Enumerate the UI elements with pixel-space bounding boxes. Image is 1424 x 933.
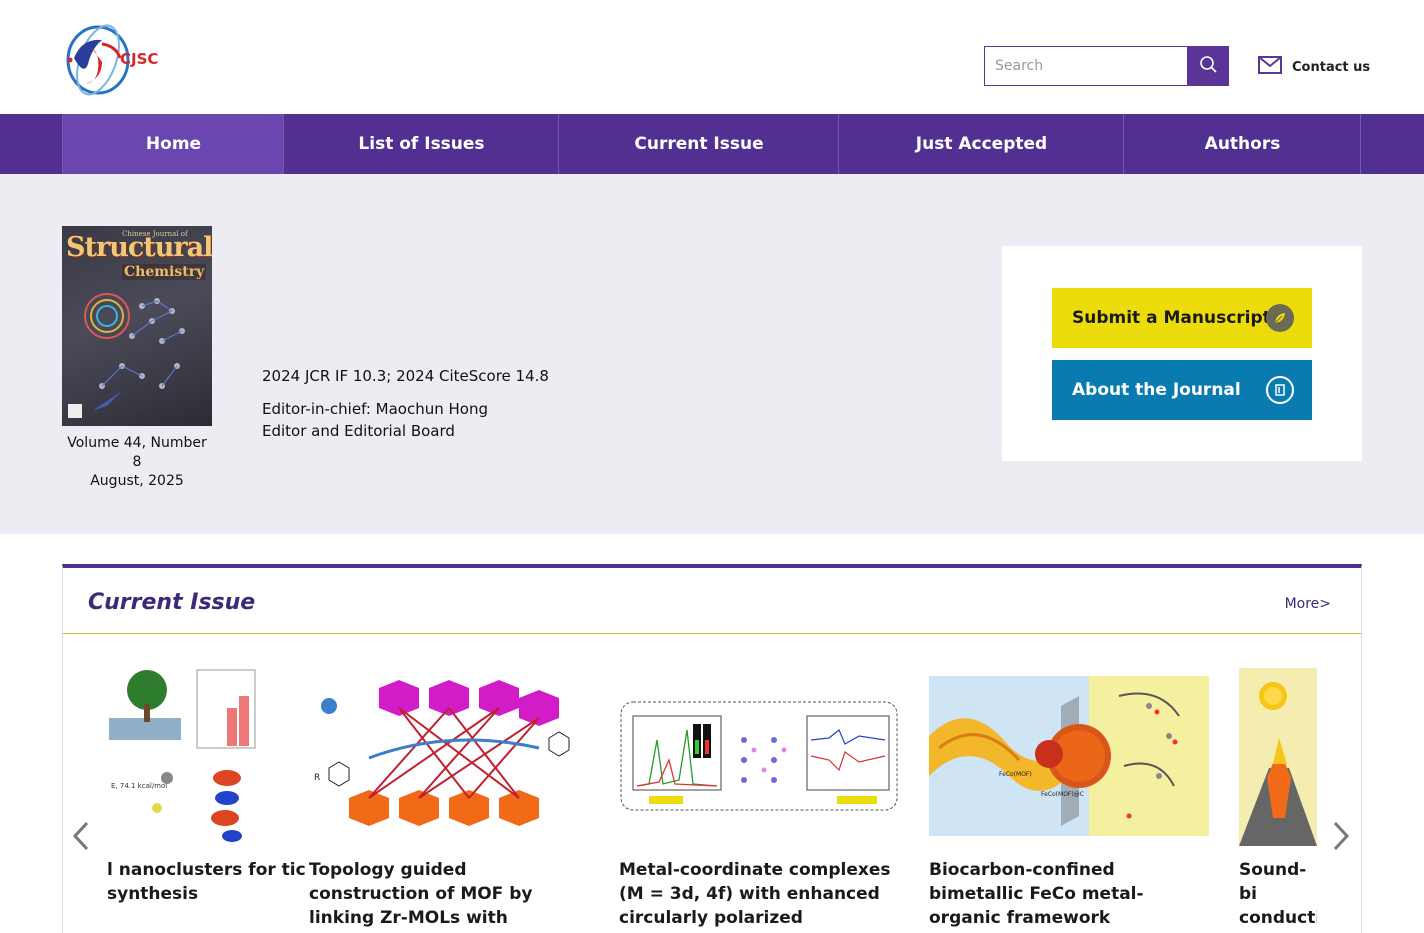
main-nav: Home List of Issues Current Issue Just A… [0, 114, 1424, 174]
article-card[interactable]: FeCo(MOF) FeCo(MOF)@C Biocarbon-confined… [929, 668, 1211, 933]
nav-just-accepted[interactable]: Just Accepted [838, 114, 1124, 174]
book-icon [1266, 376, 1294, 404]
nav-authors[interactable]: Authors [1123, 114, 1361, 174]
cover-artwork [68, 293, 185, 418]
article-card[interactable]: R Topology guided construction of MOF by… [309, 668, 591, 933]
editor-in-chief: Editor-in-chief: Maochun Hong [262, 400, 488, 418]
journal-meta: 2024 JCR IF 10.3; 2024 CiteScore 14.8 Ed… [262, 366, 549, 442]
impact-factor: 2024 JCR IF 10.3; 2024 CiteScore 14.8 [262, 367, 549, 385]
submit-manuscript-button[interactable]: Submit a Manuscript [1052, 288, 1312, 348]
svg-text:E, 74.1 kcal/mol: E, 74.1 kcal/mol [111, 782, 167, 790]
article-title: Biocarbon-confined bimetallic FeCo metal… [929, 860, 1207, 933]
carousel-prev-button[interactable] [69, 818, 93, 858]
quick-actions-panel: Submit a Manuscript About the Journal [1002, 246, 1362, 461]
chevron-left-icon [72, 821, 90, 855]
svg-text:FeCo(MOF)@C: FeCo(MOF)@C [1041, 791, 1084, 798]
contact-us-link[interactable]: Contact us [1258, 56, 1370, 78]
contact-us-label: Contact us [1292, 59, 1371, 75]
issue-date: August, 2025 [90, 473, 184, 489]
current-issue-section: Current Issue More> E, 74.1 kcal/mol l n… [62, 564, 1362, 933]
article-graphic [1239, 668, 1317, 846]
about-journal-label: About the Journal [1072, 380, 1241, 400]
submit-manuscript-label: Submit a Manuscript [1072, 308, 1271, 328]
article-title: Metal-coordinate complexes (M = 3d, 4f) … [619, 860, 891, 933]
article-card[interactable]: Metal-coordinate complexes (M = 3d, 4f) … [619, 668, 901, 933]
issue-info: Volume 44, Number 8 August, 2025 [62, 434, 212, 491]
section-title: Current Issue [88, 590, 256, 615]
article-graphic [619, 700, 899, 812]
editorial-board-link[interactable]: Editor and Editorial Board [262, 420, 549, 442]
journal-cover-image[interactable]: Chinese Journal of Structural Chemistry [62, 226, 212, 426]
mail-icon [1258, 56, 1282, 78]
article-graphic: R [309, 668, 589, 846]
article-graphic: E, 74.1 kcal/mol [107, 668, 257, 846]
article-graphic: FeCo(MOF) FeCo(MOF)@C [929, 676, 1209, 836]
chevron-right-icon [1332, 821, 1350, 855]
carousel-next-button[interactable] [1329, 818, 1353, 858]
section-header: Current Issue More> [63, 568, 1361, 634]
nav-home[interactable]: Home [62, 114, 284, 174]
article-title: Topology guided construction of MOF by l… [309, 860, 587, 933]
search-button[interactable] [1187, 46, 1229, 86]
nav-divider [1360, 114, 1361, 174]
volume-number: Volume 44, Number 8 [67, 435, 207, 470]
article-card[interactable]: Sound-bi conductiv high sens [1239, 668, 1317, 933]
about-journal-button[interactable]: About the Journal [1052, 360, 1312, 420]
svg-text:CJSC: CJSC [120, 50, 158, 68]
svg-text:R: R [314, 773, 320, 783]
more-link[interactable]: More> [1285, 596, 1331, 612]
hero-section: Chinese Journal of Structural Chemistry … [0, 174, 1424, 534]
article-title: Sound-bi conductiv high sens [1239, 860, 1317, 933]
nav-list-of-issues[interactable]: List of Issues [283, 114, 559, 174]
cjsc-logo[interactable]: CJSC [62, 18, 162, 100]
leaf-icon [1266, 304, 1294, 332]
search-icon [1198, 54, 1218, 78]
svg-text:FeCo(MOF): FeCo(MOF) [999, 771, 1032, 778]
article-carousel: E, 74.1 kcal/mol l nanoclusters for tic … [107, 668, 1317, 933]
search-bar [984, 46, 1229, 86]
site-header: CJSC Contact us [0, 0, 1424, 114]
search-input[interactable] [984, 46, 1187, 86]
nav-current-issue[interactable]: Current Issue [558, 114, 839, 174]
